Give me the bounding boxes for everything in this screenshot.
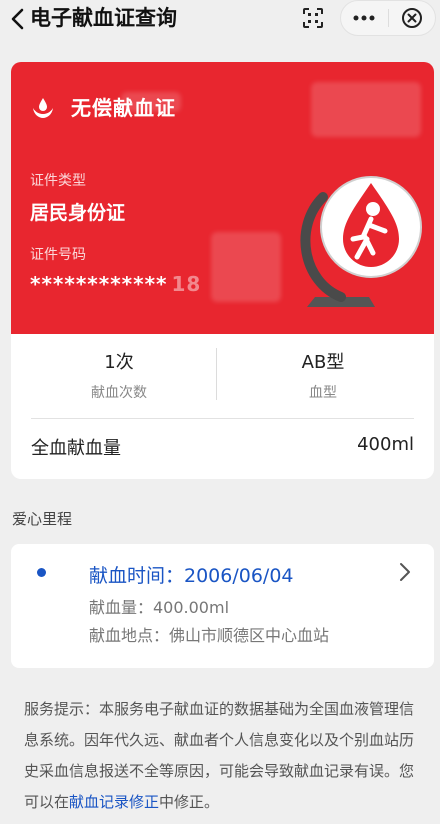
whole-blood-label: 全血献血量 <box>31 438 121 459</box>
capsule-menu <box>340 0 436 36</box>
record-time: 献血时间：2006/06/04 <box>89 565 294 587</box>
card-texture <box>211 232 281 302</box>
section-title: 爱心里程 <box>12 510 73 528</box>
card-title: 无偿献血证 <box>71 96 176 120</box>
blood-type-label: 血型 <box>309 385 337 401</box>
id-number-label: 证件号码 <box>30 247 86 263</box>
donation-record-item[interactable]: 献血时间：2006/06/04 献血量：400.00ml 献血地点：佛山市顺德区… <box>11 544 434 668</box>
scan-icon <box>303 8 323 28</box>
record-amount: 献血量：400.00ml <box>89 598 230 617</box>
id-number-mask: ************ <box>30 272 168 296</box>
blood-donation-logo-icon <box>33 98 53 118</box>
blood-type-value: AB型 <box>301 352 345 373</box>
blood-type-stat: AB型 血型 <box>223 348 423 402</box>
record-correction-link[interactable]: 献血记录修正 <box>69 793 159 811</box>
whole-blood-value: 400ml <box>357 434 414 455</box>
donation-count-stat: 1次 献血次数 <box>19 348 219 402</box>
stats-divider <box>216 348 217 400</box>
page-title: 电子献血证查询 <box>30 6 177 30</box>
donation-certificate-card[interactable]: 无偿献血证 证件类型 居民身份证 证件号码 ************ 18 <box>11 62 434 334</box>
card-texture <box>311 82 421 137</box>
chevron-left-icon <box>11 8 24 30</box>
id-type-label: 证件类型 <box>30 173 86 189</box>
donation-count-value: 1次 <box>104 352 134 373</box>
id-number-value: ************ 18 <box>30 272 201 296</box>
nav-bar: 电子献血证查询 <box>0 0 440 40</box>
record-location: 献血地点：佛山市顺德区中心血站 <box>89 626 330 645</box>
notice-text-end: 中修正。 <box>159 793 220 811</box>
id-number-suffix: 18 <box>171 272 202 296</box>
service-notice: 服务提示：本服务电子献血证的数据基础为全国血液管理信息系统。因年代久远、献血者个… <box>24 694 422 818</box>
donation-count-label: 献血次数 <box>91 385 147 401</box>
donation-stats-panel: 1次 献血次数 AB型 血型 全血献血量 400ml <box>11 334 434 479</box>
timeline-dot <box>37 568 46 577</box>
more-button[interactable] <box>341 0 388 36</box>
close-button[interactable] <box>388 0 435 36</box>
close-circle-icon <box>401 8 422 28</box>
id-type-value: 居民身份证 <box>30 202 126 224</box>
blood-donor-emblem-icon <box>300 176 422 307</box>
scan-button[interactable] <box>290 0 336 36</box>
more-dots-icon <box>353 15 375 21</box>
chevron-right-icon <box>400 563 410 581</box>
back-button[interactable] <box>4 2 30 36</box>
stats-separator <box>31 418 414 419</box>
